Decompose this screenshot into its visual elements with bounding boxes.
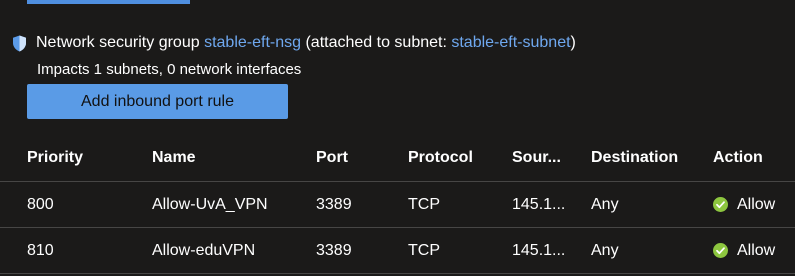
rule-action: Allow xyxy=(713,182,775,227)
nsg-header: Network security group stable-eft-nsg (a… xyxy=(12,33,576,53)
rule-action-label: Allow xyxy=(737,195,776,213)
nsg-prefix-label: Network security group xyxy=(36,34,200,51)
table-row[interactable]: 810 Allow-eduVPN 3389 TCP 145.1... Any A… xyxy=(0,228,795,274)
column-header-protocol[interactable]: Protocol xyxy=(408,134,473,181)
column-header-action[interactable]: Action xyxy=(713,134,763,181)
rule-action-label: Allow xyxy=(737,241,776,259)
rule-source: 145.1... xyxy=(512,195,566,213)
column-header-destination[interactable]: Destination xyxy=(591,134,678,181)
rule-name: Allow-UvA_VPN xyxy=(152,195,268,213)
rule-destination: Any xyxy=(591,241,619,259)
impacts-summary: Impacts 1 subnets, 0 network interfaces xyxy=(37,61,302,78)
attached-prefix-label: (attached to subnet: xyxy=(305,34,447,51)
check-circle-icon xyxy=(713,197,728,212)
nsg-name-link[interactable]: stable-eft-nsg xyxy=(204,33,301,53)
rule-protocol: TCP xyxy=(408,195,440,213)
rule-priority: 810 xyxy=(27,241,54,259)
nsg-panel: Network security group stable-eft-nsg (a… xyxy=(0,0,795,276)
rule-source: 145.1... xyxy=(512,241,566,259)
rule-priority: 800 xyxy=(27,195,54,213)
rule-port: 3389 xyxy=(316,195,352,213)
rule-destination: Any xyxy=(591,195,619,213)
attached-suffix-label: ) xyxy=(570,34,576,51)
rule-name: Allow-eduVPN xyxy=(152,241,256,259)
rule-protocol: TCP xyxy=(408,241,440,259)
column-header-port[interactable]: Port xyxy=(316,134,348,181)
inbound-rules-table: Priority Name Port Protocol Sour... Dest… xyxy=(0,134,795,274)
column-header-priority[interactable]: Priority xyxy=(27,134,83,181)
column-header-source[interactable]: Sour... xyxy=(512,134,561,181)
rule-port: 3389 xyxy=(316,241,352,259)
table-row[interactable]: 800 Allow-UvA_VPN 3389 TCP 145.1... Any … xyxy=(0,182,795,228)
table-header-row: Priority Name Port Protocol Sour... Dest… xyxy=(0,134,795,182)
active-tab-indicator xyxy=(27,0,190,4)
check-circle-icon xyxy=(713,243,728,258)
add-inbound-port-rule-button[interactable]: Add inbound port rule xyxy=(27,84,288,119)
column-header-name[interactable]: Name xyxy=(152,134,196,181)
shield-icon xyxy=(12,35,27,52)
subnet-link[interactable]: stable-eft-subnet xyxy=(451,33,570,53)
rule-action: Allow xyxy=(713,228,775,273)
